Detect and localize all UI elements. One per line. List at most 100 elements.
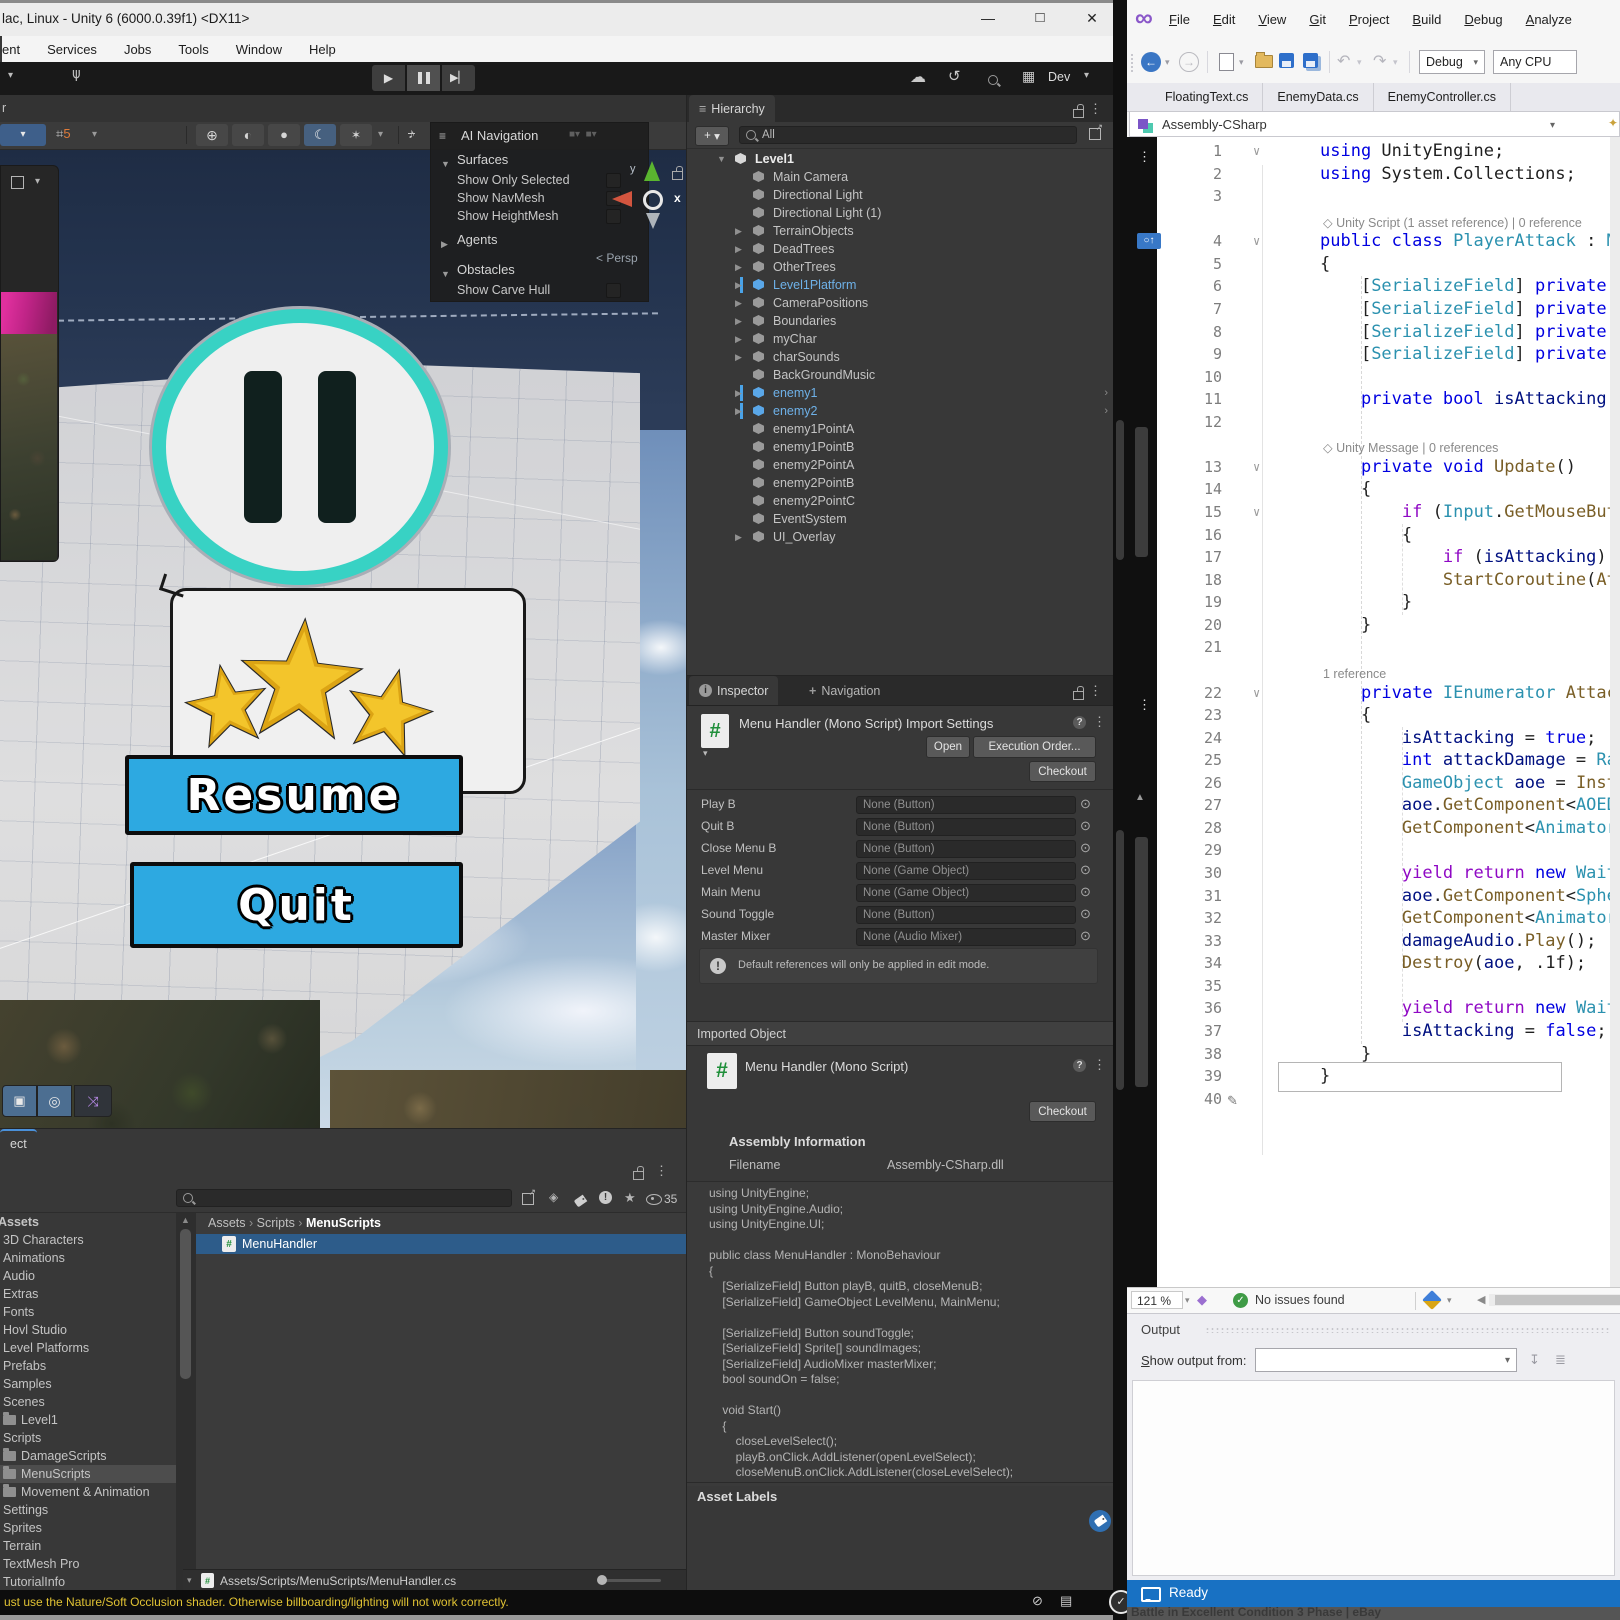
vs-menu-project[interactable]: Project [1349,12,1389,27]
code-line-1[interactable]: 1∨using UnityEngine; [1127,140,1620,163]
new-project-icon[interactable] [1219,53,1234,71]
code-line-3[interactable]: 3 [1127,185,1620,208]
scene-compass-button[interactable]: ◎ [37,1085,72,1117]
vs-menu-debug[interactable]: Debug [1464,12,1502,27]
expand-icon[interactable] [11,176,24,189]
breadcrumb-item[interactable]: Assets [208,1216,246,1230]
project-tab[interactable]: ect [0,1129,37,1157]
header-menu-icon[interactable]: ⋮ [1093,714,1106,730]
vs-menu-edit[interactable]: Edit [1213,12,1235,27]
redo-dropdown-icon[interactable]: ▾ [1393,57,1398,68]
panel-menu-icon[interactable]: ⋮ [1089,683,1102,699]
object-field[interactable]: None (Button) [856,906,1076,924]
gizmo-z-cone[interactable] [646,213,660,229]
scene-shuffle-button[interactable]: ⤨ [74,1085,112,1117]
selected-asset-row[interactable]: # MenuHandler [196,1234,686,1254]
object-field[interactable]: None (Button) [856,840,1076,858]
vs-tab-floatingtext-cs[interactable]: FloatingText.cs [1151,83,1263,111]
code-line-37[interactable]: 37 isAttacking = false; [1127,1020,1620,1043]
word-wrap-icon[interactable]: ≣ [1555,1352,1566,1368]
step-button[interactable]: ▶▏ [442,65,475,91]
folder-item-hovl-studio[interactable]: Hovl Studio [0,1321,176,1339]
project-splitter-scrollbar[interactable]: ▲ [176,1213,196,1591]
code-line-20[interactable]: 20 } [1127,614,1620,637]
code-line-18[interactable]: 18 StartCoroutine(At [1127,569,1620,592]
codelens-row[interactable]: 1 reference [1127,659,1620,682]
vs-menu-analyze[interactable]: Analyze [1526,12,1572,27]
back-dropdown-icon[interactable]: ▾ [1165,57,1170,68]
folder-item-prefabs[interactable]: Prefabs [0,1357,176,1375]
health-icon[interactable]: ◆ [1197,1292,1207,1308]
preview-dropdown-icon[interactable]: ▾ [35,176,40,187]
log-filter-icon[interactable]: ! [599,1191,612,1204]
breadcrumb-item[interactable]: MenuScripts [306,1216,381,1230]
code-line-19[interactable]: 19 } [1127,591,1620,614]
asset-labels-tag-button[interactable] [1089,1510,1111,1532]
history-icon[interactable]: ↺ [948,67,961,85]
code-line-16[interactable]: 16 { [1127,524,1620,547]
vs-menu-git[interactable]: Git [1309,12,1326,27]
gizmo-persp-label[interactable]: < Persp [596,251,638,265]
code-line-12[interactable]: 12 [1127,411,1620,434]
hierarchy-item-boundaries[interactable]: ▶Boundaries [687,312,1114,330]
vs-navigation-bar[interactable]: Assembly-CSharp ▾ ✦ [1129,111,1620,137]
unity-menu-tools[interactable]: Tools [178,40,208,59]
code-line-9[interactable]: 9 [SerializeField] private [1127,343,1620,366]
cleanup-dropdown-icon[interactable]: ▾ [1447,1295,1452,1306]
help-icon[interactable]: ? [1073,716,1086,729]
zoom-select[interactable]: 121 % [1131,1291,1183,1309]
gizmo-x-cone[interactable] [612,191,632,207]
clear-output-icon[interactable]: ↧ [1529,1352,1540,1368]
version-control-icon[interactable]: ⋔ [70,66,83,84]
code-line-8[interactable]: 8 [SerializeField] private [1127,321,1620,344]
folder-item-animations[interactable]: Animations [0,1249,176,1267]
hierarchy-item-enemy1pointb[interactable]: enemy1PointB [687,438,1114,456]
code-line-14[interactable]: 14 { [1127,478,1620,501]
hierarchy-item-level1platform[interactable]: ▶Level1Platform [687,276,1114,294]
add-object-button[interactable]: + ▾ [695,126,729,146]
hierarchy-item-enemy2pointa[interactable]: enemy2PointA [687,456,1114,474]
code-line-10[interactable]: 10 [1127,366,1620,389]
code-cleanup-icon[interactable] [1425,1293,1439,1312]
layout-dev-label[interactable]: Dev [1048,70,1070,84]
object-picker-icon[interactable]: ⊙ [1080,928,1091,944]
output-title[interactable]: Output [1141,1322,1180,1337]
code-line-13[interactable]: 13∨ private void Update() [1127,456,1620,479]
code-line-35[interactable]: 35 [1127,975,1620,998]
unity-menu-help[interactable]: Help [309,40,336,59]
hierarchy-item-eventsystem[interactable]: EventSystem [687,510,1114,528]
vs-menu-file[interactable]: File [1169,12,1190,27]
mute-audio-icon[interactable]: ♪ [408,125,415,141]
fold-chevron-icon[interactable]: ∨ [1253,230,1260,253]
project-dropdown-icon[interactable]: ▾ [1550,120,1555,131]
zoom-dropdown-icon[interactable]: ▾ [1185,1295,1190,1306]
platform-thumbnail[interactable] [1,292,57,334]
shading-dropdown-icon[interactable]: ▾ [378,129,383,140]
object-picker-icon[interactable]: ⊙ [1080,818,1091,834]
code-line-4[interactable]: 4∨○↑public class PlayerAttack : M [1127,230,1620,253]
folder-item-movement---animation[interactable]: Movement & Animation [0,1483,176,1501]
close-button[interactable]: ✕ [1076,10,1108,27]
hierarchy-item-othertrees[interactable]: ▶OtherTrees [687,258,1114,276]
texture-thumbnail[interactable] [1,334,57,560]
save-icon[interactable] [1279,53,1294,73]
thumbnail-size-slider[interactable] [601,1579,661,1582]
code-line-22[interactable]: 22∨ private IEnumerator Attac [1127,682,1620,705]
debug-draw-icon[interactable]: ✶ [340,124,372,146]
issues-text[interactable]: No issues found [1255,1293,1345,1307]
object-picker-icon[interactable]: ⊙ [1080,884,1091,900]
maximize-button[interactable]: □ [1024,9,1056,26]
hierarchy-item-camerapositions[interactable]: ▶CameraPositions [687,294,1114,312]
object-picker-icon[interactable]: ⊙ [1080,840,1091,856]
hierarchy-item-backgroundmusic[interactable]: BackGroundMusic [687,366,1114,384]
help-icon[interactable]: ? [1073,1059,1086,1072]
quit-button[interactable]: Quit [130,862,463,948]
code-line-21[interactable]: 21 [1127,636,1620,659]
code-line-23[interactable]: 23 { [1127,704,1620,727]
navigate-forward-button[interactable]: → [1179,52,1199,72]
output-content[interactable] [1132,1380,1615,1576]
prefab-open-chevron-icon[interactable]: › [1104,402,1108,420]
unity-menu-ent[interactable]: ent [2,40,20,59]
code-line-29[interactable]: 29 [1127,839,1620,862]
folder-item-textmesh-pro[interactable]: TextMesh Pro [0,1555,176,1573]
